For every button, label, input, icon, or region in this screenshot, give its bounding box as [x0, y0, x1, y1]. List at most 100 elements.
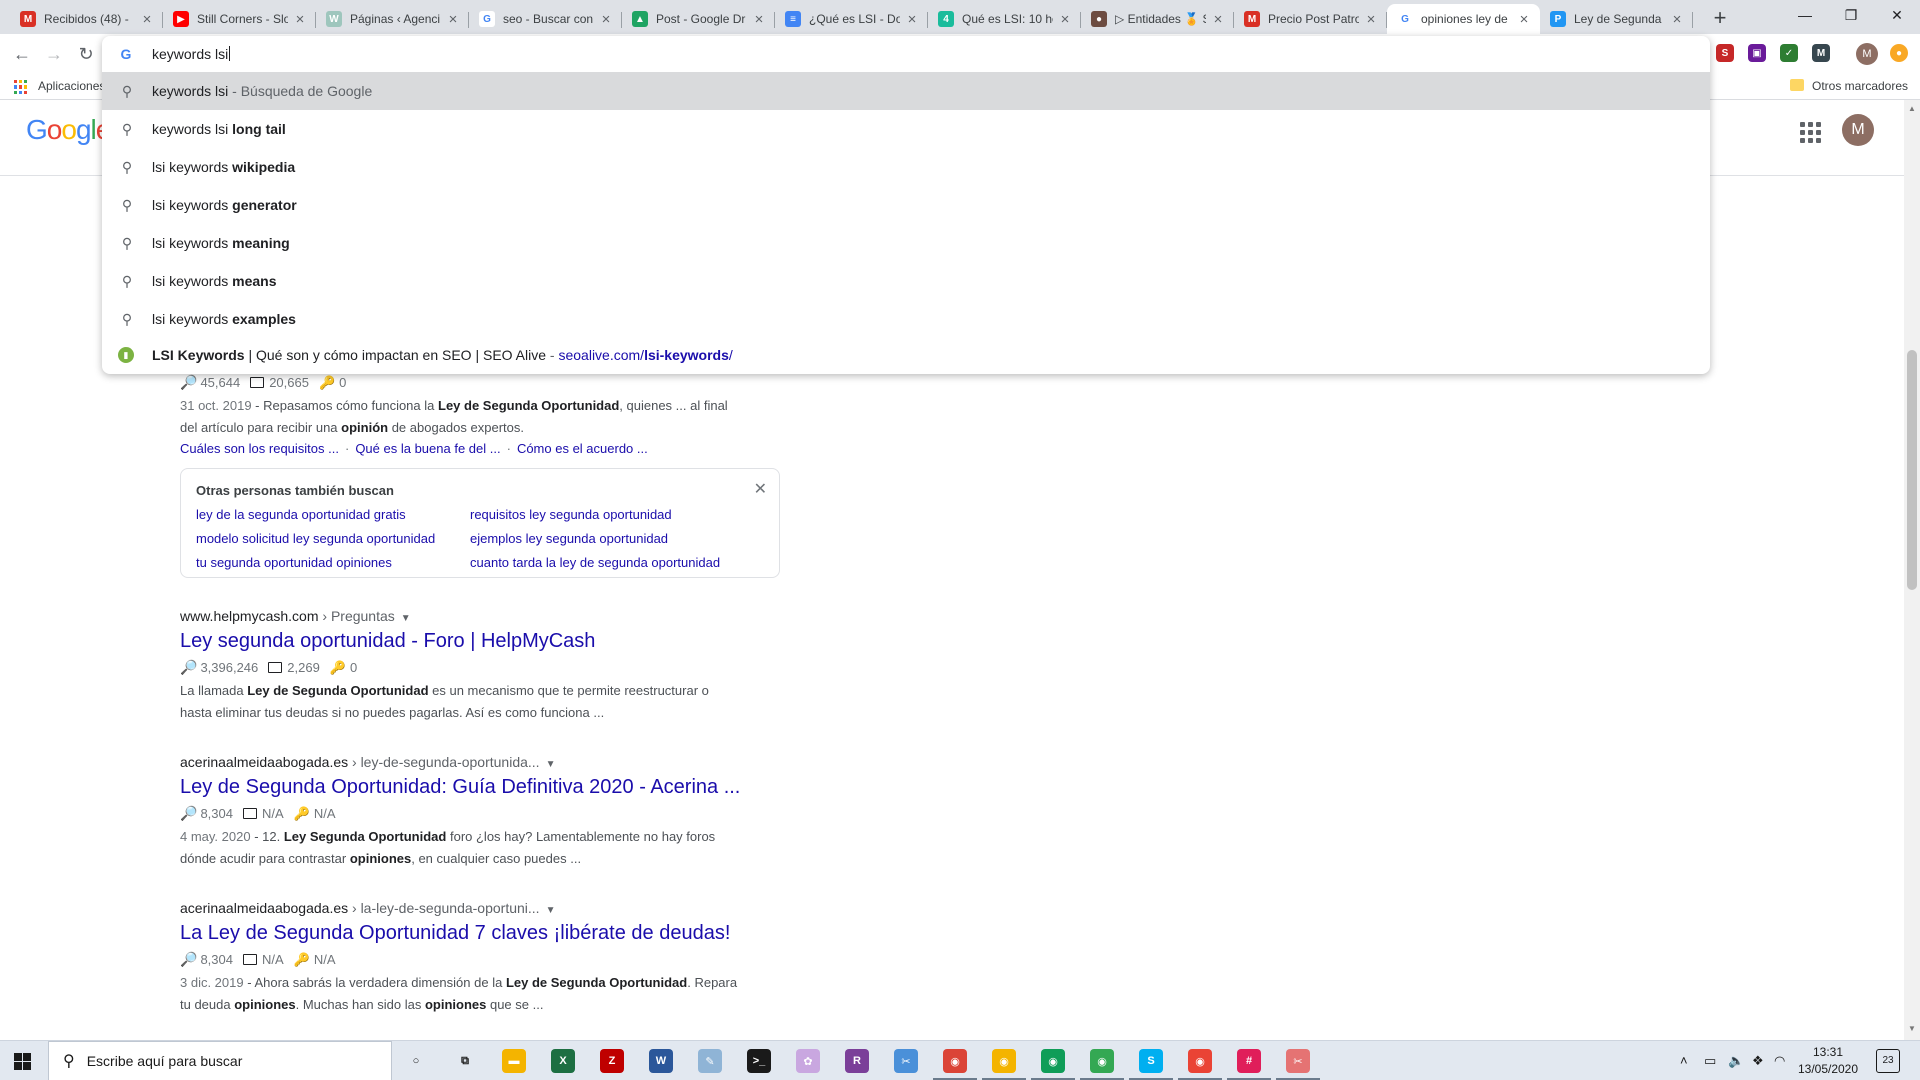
- close-tab-icon[interactable]: ×: [1516, 11, 1532, 28]
- scroll-down-icon[interactable]: ▼: [1907, 1024, 1917, 1034]
- google-account-avatar[interactable]: M: [1842, 114, 1874, 146]
- forward-button[interactable]: →: [42, 42, 66, 66]
- close-tab-icon[interactable]: ×: [1669, 11, 1685, 28]
- other-bookmarks[interactable]: Otros marcadores: [1812, 79, 1908, 93]
- volume-icon[interactable]: 🔈: [1728, 1053, 1744, 1069]
- snip-sketch-icon[interactable]: ✂: [1276, 1049, 1320, 1080]
- address-input-text[interactable]: keywords lsi: [152, 46, 230, 62]
- tab[interactable]: M Recibidos (48) - ×: [10, 4, 163, 34]
- excel-icon[interactable]: X: [551, 1049, 575, 1073]
- pasf-link[interactable]: requisitos ley segunda oportunidad: [470, 507, 672, 522]
- pasf-link[interactable]: modelo solicitud ley segunda oportunidad: [196, 531, 435, 546]
- omnibox-suggestion[interactable]: ⚲ lsi keywords meaning: [102, 224, 1710, 262]
- result-url[interactable]: acerinaalmeidaabogada.es › la-ley-de-seg…: [180, 900, 800, 916]
- close-tab-icon[interactable]: ×: [1363, 11, 1379, 28]
- tab[interactable]: ● ▷ Entidades 🏅 S ×: [1081, 4, 1234, 34]
- close-tab-icon[interactable]: ×: [1210, 11, 1226, 28]
- terminal-icon[interactable]: >_: [747, 1049, 771, 1073]
- apps-grid-icon[interactable]: [14, 80, 28, 94]
- tab[interactable]: Gopiniones ley de ×: [1387, 4, 1540, 34]
- notepad-icon[interactable]: ✎: [698, 1049, 722, 1073]
- extension-icon[interactable]: ●: [1890, 44, 1908, 62]
- tab[interactable]: ≡ ¿Qué es LSI - Do ×: [775, 4, 928, 34]
- apps-bookmark[interactable]: Aplicaciones: [38, 79, 105, 93]
- result-title[interactable]: Ley segunda oportunidad - Foro | HelpMyC…: [180, 630, 800, 653]
- tab[interactable]: ▲ Post - Google Dr ×: [622, 4, 775, 34]
- omnibox-suggestion[interactable]: ⚲ lsi keywords means: [102, 262, 1710, 300]
- extension-icon[interactable]: ▣: [1748, 44, 1766, 62]
- windows-start-icon[interactable]: [14, 1053, 31, 1070]
- result-url[interactable]: acerinaalmeidaabogada.es › ley-de-segund…: [180, 754, 800, 770]
- chrome-profile-icon[interactable]: ◉: [1031, 1049, 1075, 1080]
- omnibox-suggestion[interactable]: ⚲ lsi keywords examples: [102, 300, 1710, 338]
- tab[interactable]: M Precio Post Patro ×: [1234, 4, 1387, 34]
- page-scrollbar[interactable]: ▲ ▼: [1904, 100, 1920, 1040]
- task-view-icon[interactable]: ⧉: [453, 1049, 477, 1073]
- system-clock[interactable]: 13:31 13/05/2020: [1790, 1044, 1866, 1078]
- result-title[interactable]: Ley de Segunda Oportunidad: Guía Definit…: [180, 776, 800, 799]
- tab[interactable]: W Páginas ‹ Agenci ×: [316, 4, 469, 34]
- history-suggestion[interactable]: ▮ LSI Keywords | Qué son y cómo impactan…: [102, 336, 1710, 374]
- file-explorer-icon[interactable]: ▬: [502, 1049, 526, 1073]
- close-tab-icon[interactable]: ×: [1057, 11, 1073, 28]
- close-tab-icon[interactable]: ×: [445, 11, 461, 28]
- omnibox-suggestion[interactable]: ⚲ lsi keywords wikipedia: [102, 148, 1710, 186]
- pasf-link[interactable]: ejemplos ley segunda oportunidad: [470, 531, 668, 546]
- pasf-link[interactable]: ley de la segunda oportunidad gratis: [196, 507, 406, 522]
- close-window-button[interactable]: ✕: [1874, 0, 1920, 30]
- close-tab-icon[interactable]: ×: [292, 11, 308, 28]
- pasf-link[interactable]: tu segunda oportunidad opiniones: [196, 555, 392, 570]
- result-title[interactable]: La Ley de Segunda Oportunidad 7 claves ¡…: [180, 922, 800, 945]
- paint-icon[interactable]: ✿: [796, 1049, 820, 1073]
- word-icon[interactable]: W: [649, 1049, 673, 1073]
- restore-button[interactable]: ❐: [1828, 0, 1874, 30]
- sitelink[interactable]: Cómo es el acuerdo ...: [517, 441, 648, 456]
- notification-center-icon[interactable]: 23: [1876, 1049, 1900, 1073]
- chrome-icon[interactable]: ◉: [982, 1049, 1026, 1080]
- google-apps-icon[interactable]: [1798, 120, 1822, 144]
- result-url[interactable]: www.helpmycash.com › Preguntas ▼: [180, 608, 800, 624]
- chevron-down-icon[interactable]: ▼: [546, 905, 556, 916]
- tab[interactable]: Gseo - Buscar con ×: [469, 4, 622, 34]
- tab[interactable]: ▶ Still Corners - Slo ×: [163, 4, 316, 34]
- close-tab-icon[interactable]: ×: [904, 11, 920, 28]
- chevron-down-icon[interactable]: ▼: [546, 759, 556, 770]
- dropbox-icon[interactable]: ❖: [1752, 1053, 1764, 1069]
- snipping-icon[interactable]: ✂: [894, 1049, 918, 1073]
- skype-icon[interactable]: S: [1129, 1049, 1173, 1080]
- close-tab-icon[interactable]: ×: [139, 11, 155, 28]
- scrollbar-thumb[interactable]: [1907, 350, 1917, 590]
- slack-icon[interactable]: #: [1227, 1049, 1271, 1080]
- battery-icon[interactable]: ▭: [1704, 1053, 1716, 1069]
- profile-avatar[interactable]: M: [1856, 43, 1878, 65]
- close-icon[interactable]: ✕: [754, 479, 767, 499]
- google-logo[interactable]: Google: [26, 114, 111, 146]
- scroll-up-icon[interactable]: ▲: [1907, 104, 1917, 114]
- pasf-link[interactable]: cuanto tarda la ley de segunda oportunid…: [470, 555, 720, 570]
- tab[interactable]: P Ley de Segunda ×: [1540, 4, 1693, 34]
- new-tab-button[interactable]: +: [1706, 5, 1734, 31]
- close-tab-icon[interactable]: ×: [751, 11, 767, 28]
- cortana-icon[interactable]: ○: [404, 1049, 428, 1073]
- minimize-button[interactable]: —: [1782, 0, 1828, 30]
- extension-icon[interactable]: ✓: [1780, 44, 1798, 62]
- tab[interactable]: 4 Qué es LSI: 10 he ×: [928, 4, 1081, 34]
- chrome-profile-icon[interactable]: ◉: [1080, 1049, 1124, 1080]
- chevron-up-icon[interactable]: ˄: [1680, 1053, 1688, 1068]
- chevron-down-icon[interactable]: ▼: [401, 613, 411, 624]
- filezilla-icon[interactable]: Z: [600, 1049, 624, 1073]
- omnibox-suggestion[interactable]: ⚲ keywords lsi - Búsqueda de Google: [102, 72, 1710, 110]
- chrome-profile-icon[interactable]: ◉: [933, 1049, 977, 1080]
- sitelink[interactable]: Qué es la buena fe del ...: [355, 441, 500, 456]
- address-bar[interactable]: G keywords lsi: [102, 36, 1710, 72]
- extension-icon[interactable]: M: [1812, 44, 1830, 62]
- winrar-icon[interactable]: R: [845, 1049, 869, 1073]
- back-button[interactable]: ←: [10, 42, 34, 66]
- extension-icon[interactable]: S: [1716, 44, 1734, 62]
- chrome-profile-icon[interactable]: ◉: [1178, 1049, 1222, 1080]
- wifi-icon[interactable]: ◠: [1774, 1053, 1785, 1069]
- omnibox-suggestion[interactable]: ⚲ lsi keywords generator: [102, 186, 1710, 224]
- omnibox-suggestion[interactable]: ⚲ keywords lsi long tail: [102, 110, 1710, 148]
- taskbar-search[interactable]: ⚲ Escribe aquí para buscar: [48, 1041, 392, 1080]
- close-tab-icon[interactable]: ×: [598, 11, 614, 28]
